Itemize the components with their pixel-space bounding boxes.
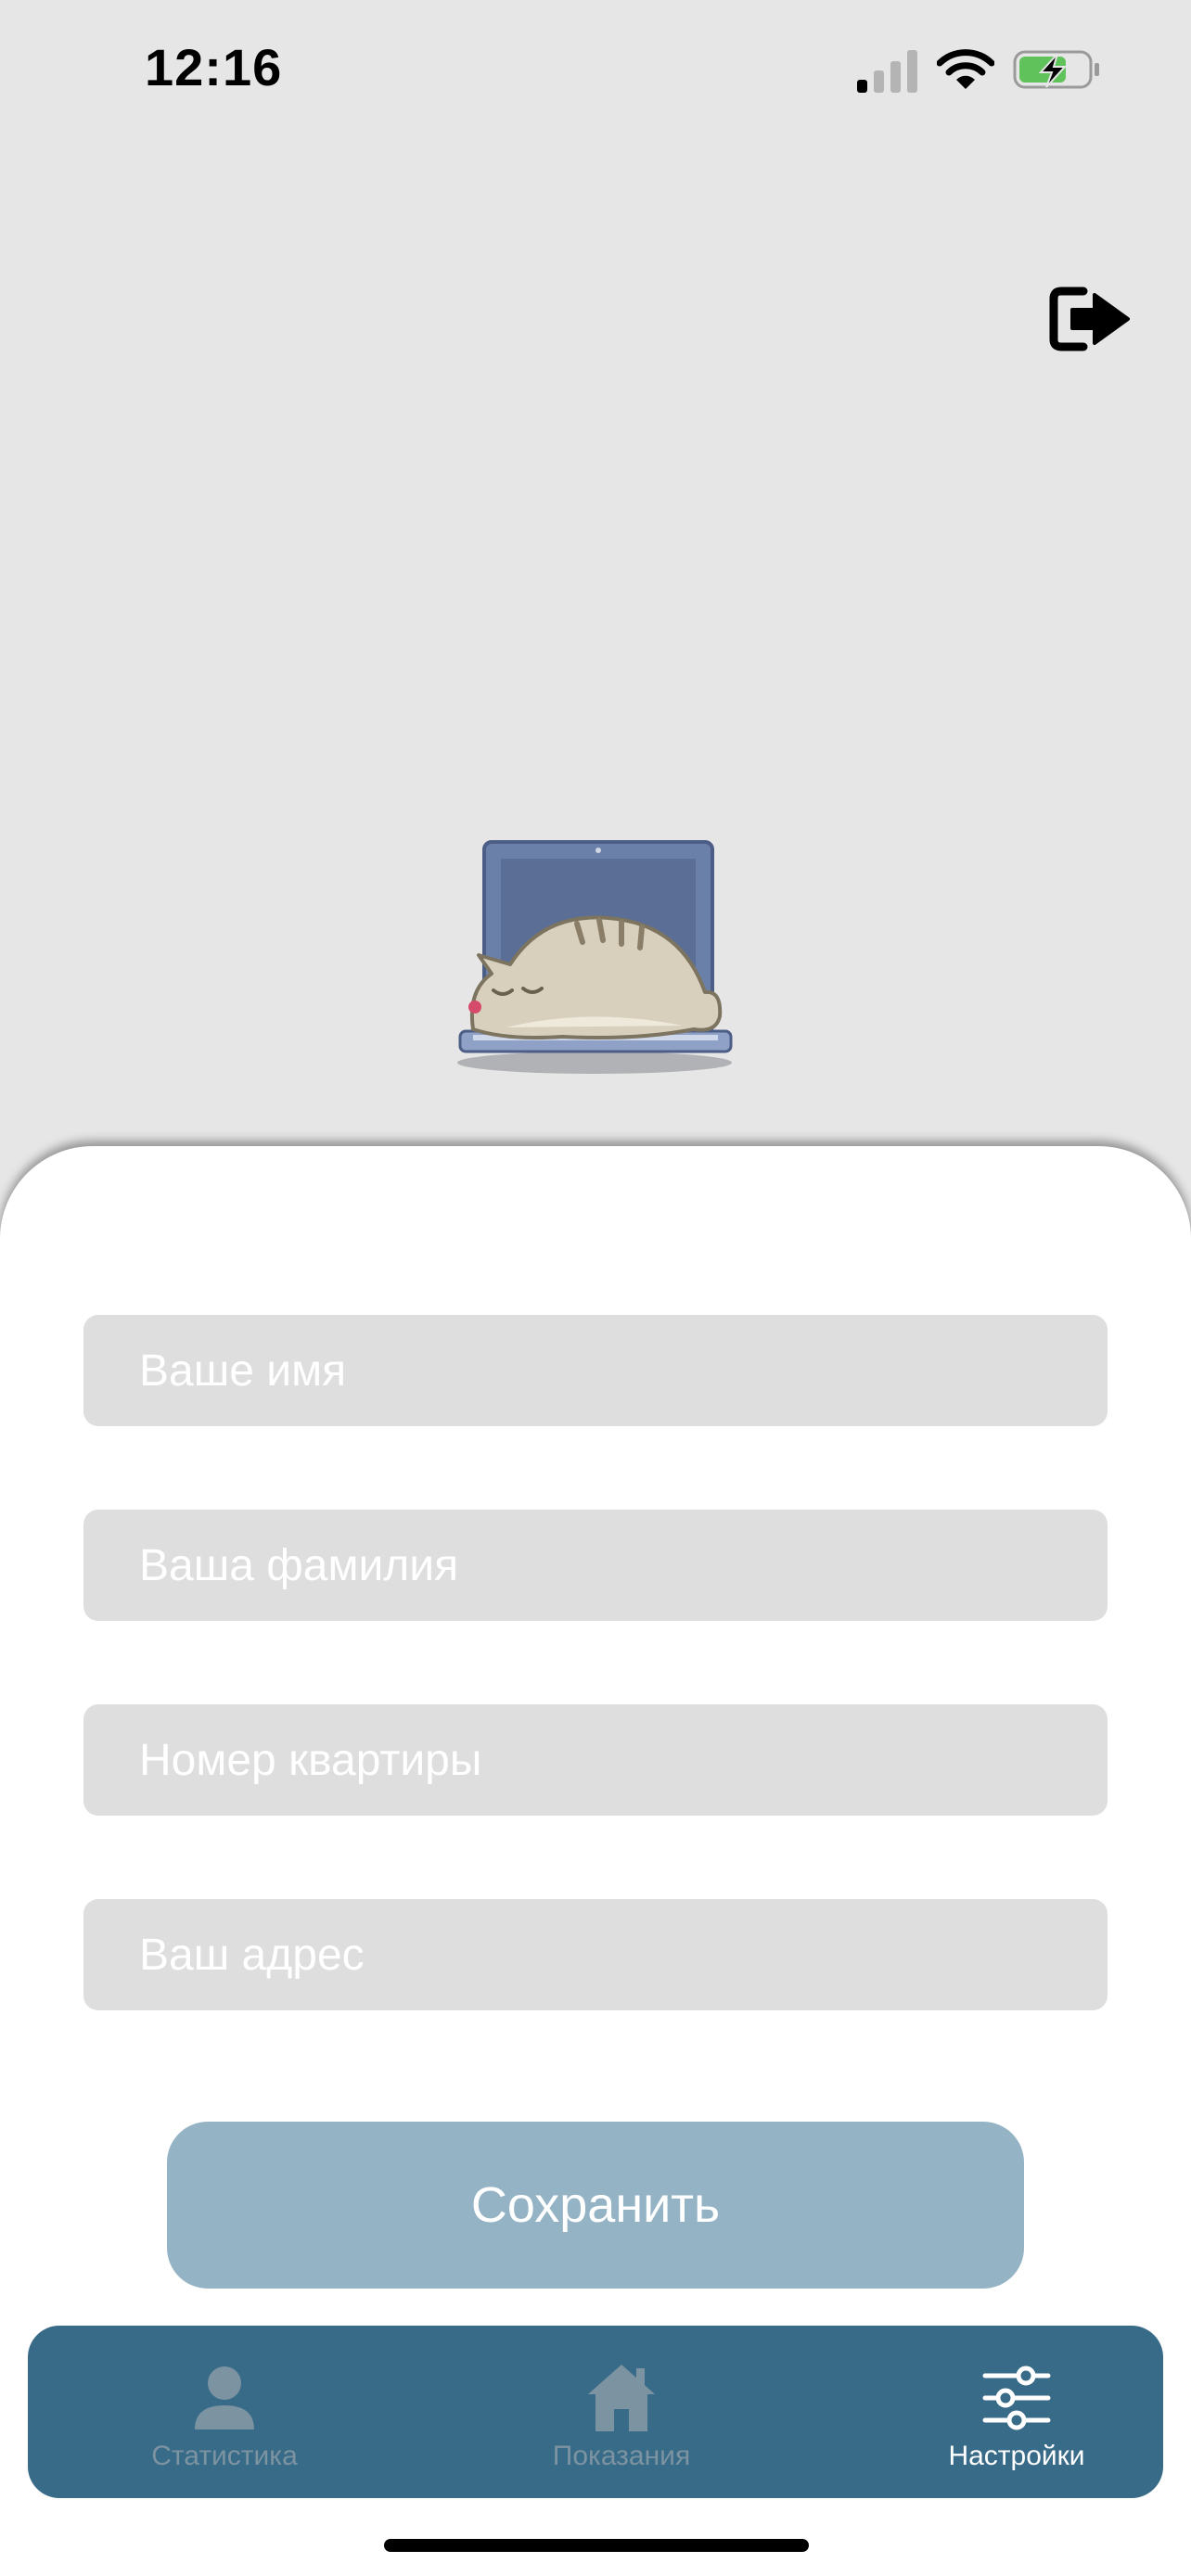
wifi-icon [937,49,994,89]
battery-charging-icon [1013,50,1099,89]
tab-settings-label: Настройки [948,2441,1085,2471]
tab-statistics-label: Статистика [151,2441,298,2471]
save-button[interactable]: Сохранить [167,2122,1024,2289]
tab-readings-label: Показания [552,2441,691,2471]
tab-readings[interactable]: Показания [482,2326,761,2498]
status-time: 12:16 [145,38,283,96]
cat-on-laptop-illustration [457,840,733,1074]
tab-statistics[interactable]: Статистика [85,2326,364,2498]
signal-icon [857,50,917,93]
surname-field[interactable] [83,1510,1108,1621]
logout-button[interactable] [1048,284,1133,354]
tab-settings[interactable]: Настройки [877,2326,1156,2498]
house-icon [588,2365,655,2431]
person-icon [195,2366,254,2429]
home-indicator [384,2539,809,2552]
logout-icon [1049,287,1130,351]
sliders-icon [982,2366,1051,2430]
tab-bar: Статистика Показания Настройки [28,2326,1163,2498]
name-field[interactable] [83,1315,1108,1426]
status-bar: 12:16 [0,0,1191,139]
apartment-number-field[interactable] [83,1704,1108,1816]
address-field[interactable] [83,1899,1108,2010]
